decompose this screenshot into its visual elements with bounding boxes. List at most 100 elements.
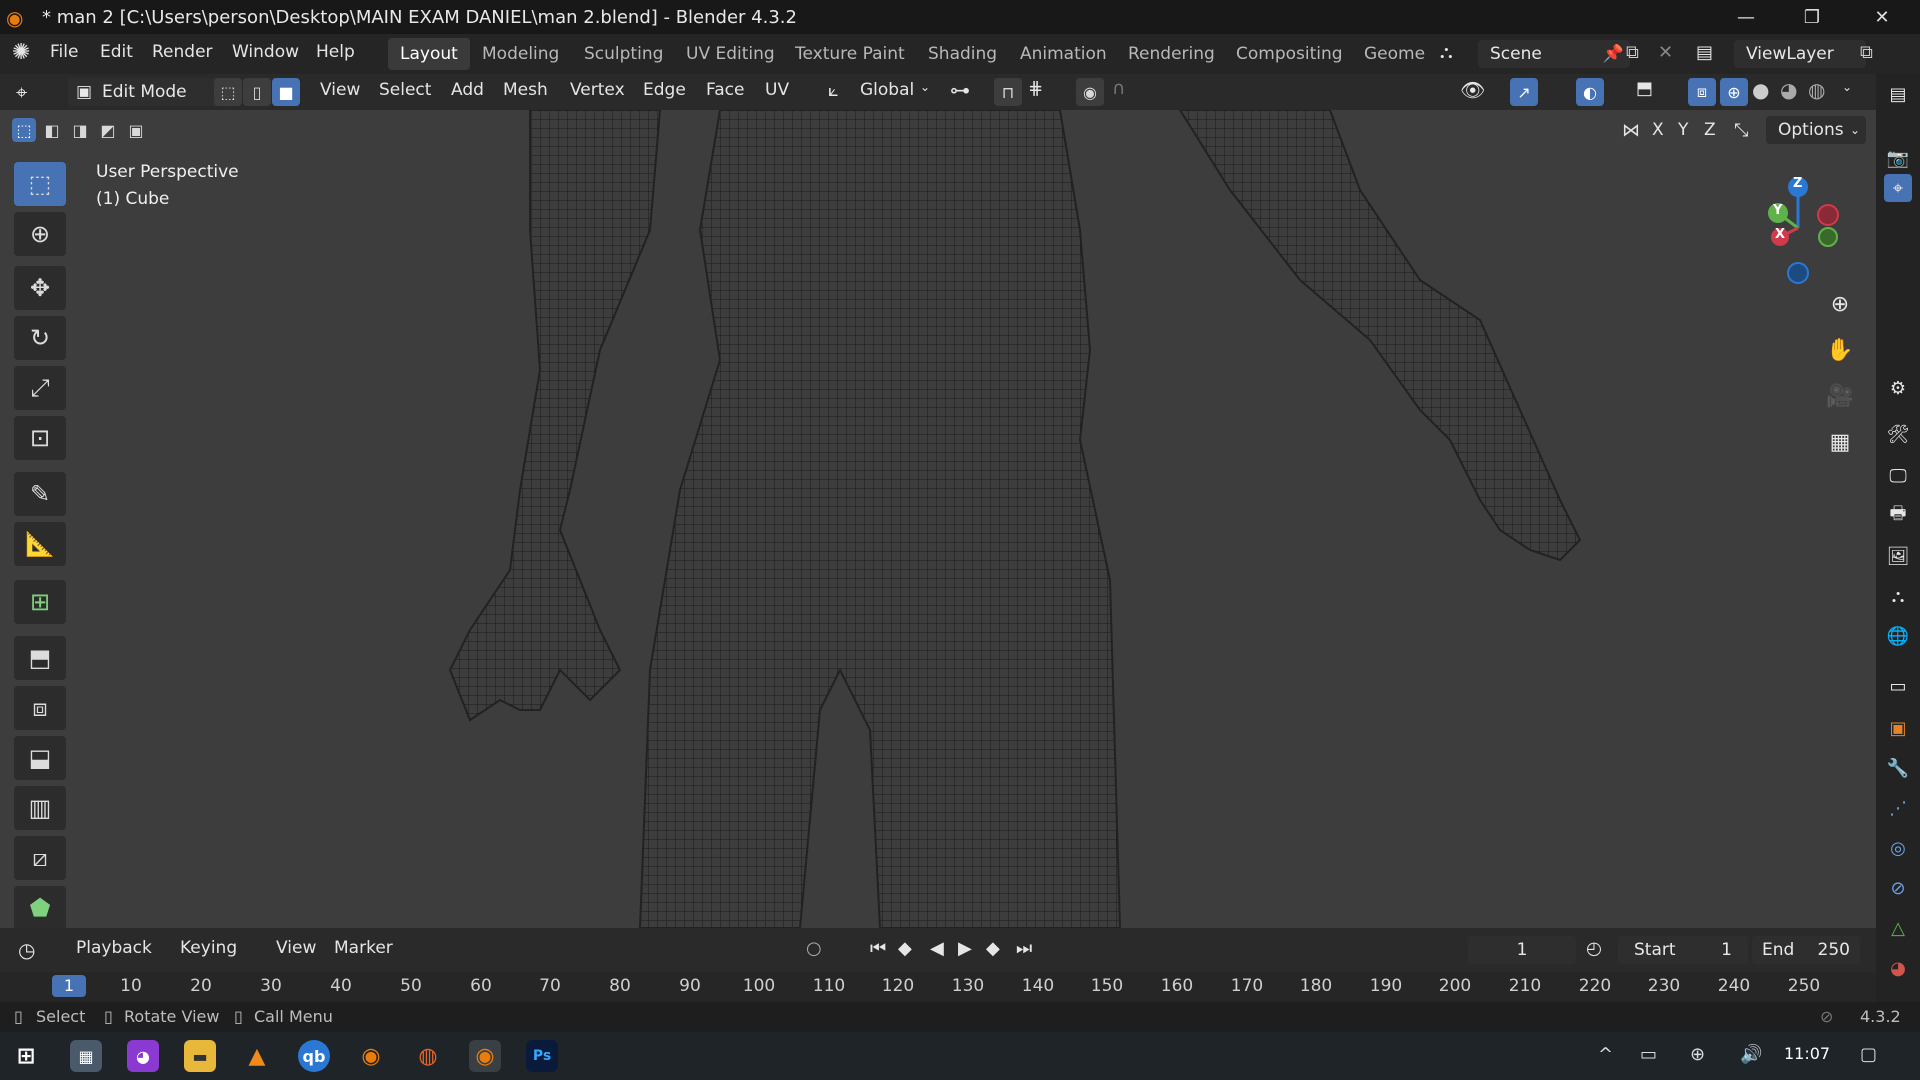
proportional-edit-icon[interactable]: ◉: [1076, 78, 1104, 106]
rendered-shading-icon[interactable]: ◍: [1808, 78, 1825, 102]
jump-start-icon[interactable]: ⏮: [870, 938, 886, 959]
transform-orientation-dropdown[interactable]: Global: [860, 80, 914, 100]
tab-animation[interactable]: Animation: [1008, 38, 1119, 70]
restore-button[interactable]: ❐: [1782, 0, 1842, 34]
new-view-layer-icon[interactable]: ⧉: [1860, 42, 1873, 63]
app-icon[interactable]: ◕: [127, 1040, 159, 1072]
pivot-point-icon[interactable]: ⊶: [950, 78, 970, 102]
close-button[interactable]: ✕: [1852, 0, 1912, 34]
axis-x-toggle[interactable]: X: [1652, 120, 1664, 140]
chevron-up-icon[interactable]: ^: [1598, 1044, 1613, 1065]
vlc-icon[interactable]: ▲: [241, 1040, 273, 1072]
app-icon[interactable]: ▦: [70, 1040, 102, 1072]
options-dropdown[interactable]: Options ⌄: [1766, 116, 1866, 144]
blender-taskbar-icon[interactable]: ◉: [355, 1040, 387, 1072]
new-scene-icon[interactable]: ⧉: [1626, 42, 1639, 63]
timeline-view-menu[interactable]: View: [276, 938, 316, 958]
header-uv-menu[interactable]: UV: [765, 80, 789, 100]
active-tool-icon[interactable]: ⌖: [1884, 174, 1912, 202]
measure-tool-icon[interactable]: 📐: [14, 522, 66, 566]
timeline-editor-icon[interactable]: ◷: [18, 938, 35, 962]
select-subtract-icon[interactable]: ◨: [68, 118, 92, 142]
pan-hand-icon[interactable]: ✋: [1820, 330, 1860, 370]
prev-keyframe-icon[interactable]: ◆: [898, 938, 912, 959]
tab-modeling[interactable]: Modeling: [470, 38, 571, 70]
header-mesh-menu[interactable]: Mesh: [503, 80, 548, 100]
blender-menu-icon[interactable]: ✺: [12, 40, 30, 65]
tab-sculpting[interactable]: Sculpting: [572, 38, 675, 70]
photoshop-icon[interactable]: Ps: [526, 1040, 558, 1072]
header-edge-menu[interactable]: Edge: [643, 80, 686, 100]
xray-toggle-icon[interactable]: ⧈: [1688, 78, 1716, 106]
menu-file[interactable]: File: [50, 42, 78, 62]
start-frame-field[interactable]: Start 1: [1618, 936, 1748, 964]
mesh-edit-overlay-icon[interactable]: ⬒: [1636, 78, 1653, 99]
view-layer-icon[interactable]: ▤: [1696, 42, 1713, 63]
view-layer-properties-icon[interactable]: 🖼: [1884, 542, 1912, 570]
material-shading-icon[interactable]: ◕: [1780, 78, 1797, 102]
header-view-menu[interactable]: View: [320, 80, 360, 100]
menu-render[interactable]: Render: [152, 42, 213, 62]
modifier-properties-icon[interactable]: 🔧: [1884, 754, 1912, 782]
chevron-down-icon[interactable]: ⌄: [1842, 80, 1852, 94]
physics-icon[interactable]: ◎: [1884, 834, 1912, 862]
material-icon[interactable]: ◕: [1884, 954, 1912, 982]
tab-shading[interactable]: Shading: [916, 38, 1009, 70]
loop-cut-tool-icon[interactable]: ▥: [14, 786, 66, 830]
rotate-tool-icon[interactable]: ↻: [14, 316, 66, 360]
jump-end-icon[interactable]: ⏭: [1016, 938, 1032, 959]
extrude-tool-icon[interactable]: ⬒: [14, 636, 66, 680]
minimize-button[interactable]: —: [1716, 0, 1776, 34]
pin-icon[interactable]: 📌: [1603, 40, 1624, 68]
select-new-icon[interactable]: ⬚: [12, 118, 36, 142]
header-select-menu[interactable]: Select: [379, 80, 431, 100]
tool-settings-icon[interactable]: ⚙: [1884, 374, 1912, 402]
select-invert-icon[interactable]: ◩: [96, 118, 120, 142]
object-properties-icon[interactable]: ▣: [1884, 714, 1912, 742]
tab-compositing[interactable]: Compositing: [1224, 38, 1355, 70]
edge-select-button[interactable]: ▯: [243, 78, 271, 106]
play-reverse-icon[interactable]: ◀: [930, 938, 944, 959]
snap-toggle-icon[interactable]: ⊓: [994, 78, 1022, 106]
output-properties-icon[interactable]: 🖶: [1884, 502, 1912, 530]
select-extend-icon[interactable]: ◧: [40, 118, 64, 142]
move-tool-icon[interactable]: ✥: [14, 266, 66, 310]
knife-tool-icon[interactable]: ⧄: [14, 836, 66, 880]
notification-icon[interactable]: ▢: [1860, 1044, 1877, 1065]
current-frame-field[interactable]: 1: [1468, 936, 1576, 964]
auto-keying-icon[interactable]: ○: [806, 938, 822, 959]
select-intersect-icon[interactable]: ▣: [124, 118, 148, 142]
mirror-icon[interactable]: ⋈: [1622, 120, 1640, 141]
face-select-button[interactable]: ■: [272, 78, 300, 106]
collection-properties-icon[interactable]: ▭: [1884, 672, 1912, 700]
header-face-menu[interactable]: Face: [706, 80, 744, 100]
play-icon[interactable]: ▶: [958, 938, 972, 959]
axis-y-toggle[interactable]: Y: [1678, 120, 1688, 140]
perspective-toggle-icon[interactable]: ▦: [1820, 422, 1860, 462]
camera-view-icon[interactable]: 🎥: [1820, 376, 1860, 416]
visibility-icon[interactable]: 👁: [1460, 78, 1485, 102]
cursor-tool-icon[interactable]: ⊕: [14, 212, 66, 256]
transform-tool-icon[interactable]: ⊡: [14, 416, 66, 460]
globe-icon[interactable]: ⊕: [1690, 1044, 1705, 1065]
end-frame-field[interactable]: End 250: [1752, 936, 1860, 964]
battery-icon[interactable]: ▭: [1640, 1044, 1657, 1065]
render-properties-icon[interactable]: 🖵: [1884, 462, 1912, 490]
bevel-tool-icon[interactable]: ⬓: [14, 736, 66, 780]
gizmo-toggle-icon[interactable]: ↗: [1510, 78, 1538, 106]
playhead[interactable]: 1: [52, 975, 86, 997]
zoom-icon[interactable]: ⊕: [1820, 284, 1860, 324]
inset-tool-icon[interactable]: ⧈: [14, 686, 66, 730]
camera-icon[interactable]: 📷: [1884, 144, 1912, 172]
add-cube-tool-icon[interactable]: ⊞: [14, 580, 66, 624]
view-layer-field[interactable]: ViewLayer: [1734, 40, 1866, 68]
constraints-icon[interactable]: ⊘: [1884, 874, 1912, 902]
scene-icon[interactable]: ⛬: [1440, 42, 1453, 63]
3d-viewport[interactable]: User Perspective (1) Cube ⬚ ◧ ◨ ◩ ▣ ⋈ X …: [0, 110, 1876, 928]
clock-icon[interactable]: ◴: [1586, 938, 1602, 959]
timeline-ruler[interactable]: 1 10 20 30 40 50 60 70 80 90 100 110 120…: [0, 972, 1876, 1002]
select-box-tool-icon[interactable]: ⬚: [14, 162, 66, 206]
playback-menu[interactable]: Playback: [76, 938, 152, 958]
auto-merge-icon[interactable]: ⤡: [1734, 120, 1748, 141]
header-add-menu[interactable]: Add: [451, 80, 484, 100]
